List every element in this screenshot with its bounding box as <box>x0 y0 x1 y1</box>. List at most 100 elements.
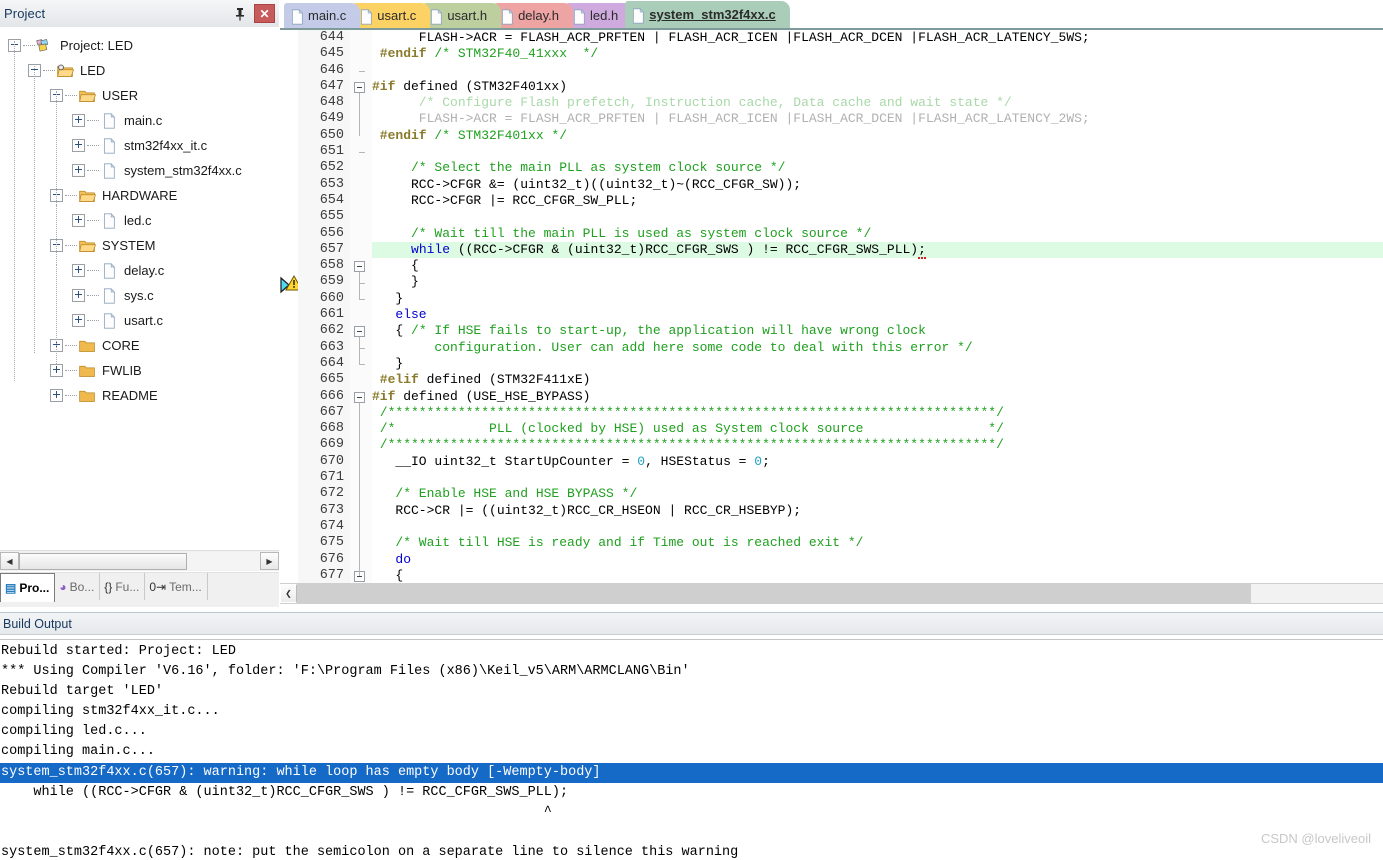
editor-marker-column[interactable] <box>280 30 303 583</box>
fold-toggle-icon[interactable] <box>354 391 365 403</box>
tree-item-delay-c[interactable]: delay.c <box>0 258 279 283</box>
tree-item-fwlib[interactable]: FWLIB <box>0 358 279 383</box>
hscroll-track[interactable] <box>187 552 260 570</box>
code-line[interactable]: /* Wait till HSE is ready and if Time ou… <box>372 535 1383 551</box>
tree-item-led-c[interactable]: led.c <box>0 208 279 233</box>
build-output-line-selected[interactable]: system_stm32f4xx.c(657): warning: while … <box>0 762 1383 783</box>
build-output-line[interactable]: Rebuild target 'LED' <box>0 682 1383 702</box>
expand-icon[interactable] <box>50 389 63 402</box>
code-line[interactable]: configuration. User can add here some co… <box>372 340 1383 356</box>
build-output-line[interactable]: compiling main.c... <box>0 742 1383 762</box>
expand-icon[interactable] <box>72 114 85 127</box>
code-line[interactable] <box>372 519 1383 535</box>
expand-icon[interactable] <box>72 139 85 152</box>
fold-toggle-icon[interactable] <box>354 261 365 273</box>
code-line[interactable]: RCC->CFGR &= (uint32_t)((uint32_t)~(RCC_… <box>372 177 1383 193</box>
build-output-line[interactable]: system_stm32f4xx.c(657): note: put the s… <box>0 843 1383 860</box>
code-line[interactable]: #endif /* STM32F40_41xxx */ <box>372 46 1383 62</box>
code-line[interactable] <box>372 63 1383 79</box>
editor-hscroll-thumb[interactable] <box>297 584 1251 603</box>
code-line[interactable]: { /* If HSE fails to start-up, the appli… <box>372 323 1383 339</box>
code-line[interactable]: else <box>372 307 1383 323</box>
code-line[interactable] <box>372 470 1383 486</box>
tree-item-stm32f4xx-it-c[interactable]: stm32f4xx_it.c <box>0 133 279 158</box>
code-line[interactable]: /* PLL (clocked by HSE) used as System c… <box>372 421 1383 437</box>
expand-icon[interactable] <box>72 264 85 277</box>
code-line[interactable]: { <box>372 258 1383 274</box>
project-panel-bottom-tabs[interactable]: ▤ Pro... ◕ Bo...{} Fu... 0⇥ Tem... <box>0 572 279 607</box>
editor-code-content[interactable]: FLASH->ACR = FLASH_ACR_PRFTEN | FLASH_AC… <box>372 30 1383 583</box>
pin-icon[interactable] <box>232 6 248 22</box>
tree-item-user[interactable]: USER <box>0 83 279 108</box>
fold-toggle-icon[interactable] <box>354 326 365 338</box>
code-line[interactable]: RCC->CFGR |= RCC_CFGR_SW_PLL; <box>372 193 1383 209</box>
code-line[interactable]: { <box>372 568 1383 583</box>
build-output-line[interactable]: compiling stm32f4xx_it.c... <box>0 702 1383 722</box>
code-line[interactable]: /* Configure Flash prefetch, Instruction… <box>372 95 1383 111</box>
editor-tab-system-stm32f4xx-c[interactable]: system_stm32f4xx.c <box>625 1 790 28</box>
code-line[interactable]: FLASH->ACR = FLASH_ACR_PRFTEN | FLASH_AC… <box>372 111 1383 127</box>
build-output-line[interactable]: Rebuild started: Project: LED <box>0 642 1383 662</box>
hscroll-thumb[interactable] <box>19 552 187 570</box>
editor-tab-usart-h[interactable]: usart.h <box>423 3 502 28</box>
expand-icon[interactable] <box>72 214 85 227</box>
tree-item-core[interactable]: CORE <box>0 333 279 358</box>
code-line[interactable]: #endif /* STM32F401xx */ <box>372 128 1383 144</box>
code-line[interactable]: } <box>372 274 1383 290</box>
code-line[interactable]: RCC->CR |= ((uint32_t)RCC_CR_HSEON | RCC… <box>372 503 1383 519</box>
editor-tab-delay-h[interactable]: delay.h <box>494 3 574 28</box>
editor-tabbar[interactable]: main.c usart.c usart.h delay.h led.h system_s… <box>280 0 1383 30</box>
code-line[interactable]: /***************************************… <box>372 437 1383 453</box>
code-line[interactable] <box>372 144 1383 160</box>
fold-toggle-icon[interactable] <box>354 81 365 93</box>
code-line[interactable]: /***************************************… <box>372 405 1383 421</box>
close-icon[interactable]: ✕ <box>254 4 275 23</box>
scroll-left-arrow-icon[interactable]: ◀ <box>0 552 19 570</box>
build-output-line[interactable] <box>0 823 1383 843</box>
project-tab-pro[interactable]: ▤ Pro... <box>0 573 56 602</box>
tree-item-system[interactable]: SYSTEM <box>0 233 279 258</box>
code-line[interactable]: FLASH->ACR = FLASH_ACR_PRFTEN | FLASH_AC… <box>372 30 1383 46</box>
build-output-line[interactable]: *** Using Compiler 'V6.16', folder: 'F:\… <box>0 662 1383 682</box>
editor-scroll-left-arrow-icon[interactable]: ❮ <box>280 584 297 603</box>
code-line[interactable]: while ((RCC->CFGR & (uint32_t)RCC_CFGR_S… <box>372 241 1383 259</box>
build-output-line[interactable]: ^ <box>0 803 1383 823</box>
editor-hscrollbar[interactable]: ❮ <box>280 583 1383 604</box>
code-line[interactable]: } <box>372 291 1383 307</box>
code-line[interactable]: __IO uint32_t StartUpCounter = 0, HSESta… <box>372 454 1383 470</box>
code-line[interactable]: /* Wait till the main PLL is used as sys… <box>372 226 1383 242</box>
editor-tab-usart-c[interactable]: usart.c <box>353 3 431 28</box>
tree-item-led[interactable]: LED <box>0 58 279 83</box>
build-output-line[interactable]: compiling led.c... <box>0 722 1383 742</box>
code-line[interactable]: #if defined (STM32F401xx) <box>372 79 1383 95</box>
tree-item-system-stm32f4xx-c[interactable]: system_stm32f4xx.c <box>0 158 279 183</box>
project-tab-bo[interactable]: ◕ Bo... <box>55 573 101 600</box>
scroll-right-arrow-icon[interactable]: ▶ <box>260 552 279 570</box>
code-line[interactable]: #if defined (USE_HSE_BYPASS) <box>372 389 1383 405</box>
code-line[interactable]: /* Select the main PLL as system clock s… <box>372 160 1383 176</box>
project-tab-tem[interactable]: 0⇥ Tem... <box>145 573 208 600</box>
code-editor[interactable]: 644 645 646 647 648 649 650 651 652 653 654 655 656 6… <box>280 30 1383 583</box>
tree-item-usart-c[interactable]: usart.c <box>0 308 279 333</box>
editor-tab-main-c[interactable]: main.c <box>284 3 361 28</box>
editor-fold-column[interactable] <box>350 30 372 583</box>
code-line[interactable]: #elif defined (STM32F411xE) <box>372 372 1383 388</box>
tree-item-main-c[interactable]: main.c <box>0 108 279 133</box>
editor-hscroll-track[interactable] <box>1251 584 1383 603</box>
tree-item-readme[interactable]: README <box>0 383 279 408</box>
tree-item-sys-c[interactable]: sys.c <box>0 283 279 308</box>
project-tree[interactable]: Project: LED LED USER main.c stm32f4xx_it.c s… <box>0 27 279 550</box>
code-line[interactable]: } <box>372 356 1383 372</box>
tree-item-hardware[interactable]: HARDWARE <box>0 183 279 208</box>
code-line[interactable]: /* Enable HSE and HSE BYPASS */ <box>372 486 1383 502</box>
expand-icon[interactable] <box>50 364 63 377</box>
tree-item-project-led[interactable]: Project: LED <box>0 33 279 58</box>
expand-icon[interactable] <box>72 164 85 177</box>
expand-icon[interactable] <box>72 289 85 302</box>
build-output-line[interactable]: while ((RCC->CFGR & (uint32_t)RCC_CFGR_S… <box>0 783 1383 803</box>
code-line[interactable] <box>372 209 1383 225</box>
expand-icon[interactable] <box>72 314 85 327</box>
project-panel-hscrollbar[interactable]: ◀ ▶ <box>0 550 279 571</box>
editor-tab-led-h[interactable]: led.h <box>566 3 633 28</box>
project-tab-fu[interactable]: {} Fu... <box>100 573 146 600</box>
